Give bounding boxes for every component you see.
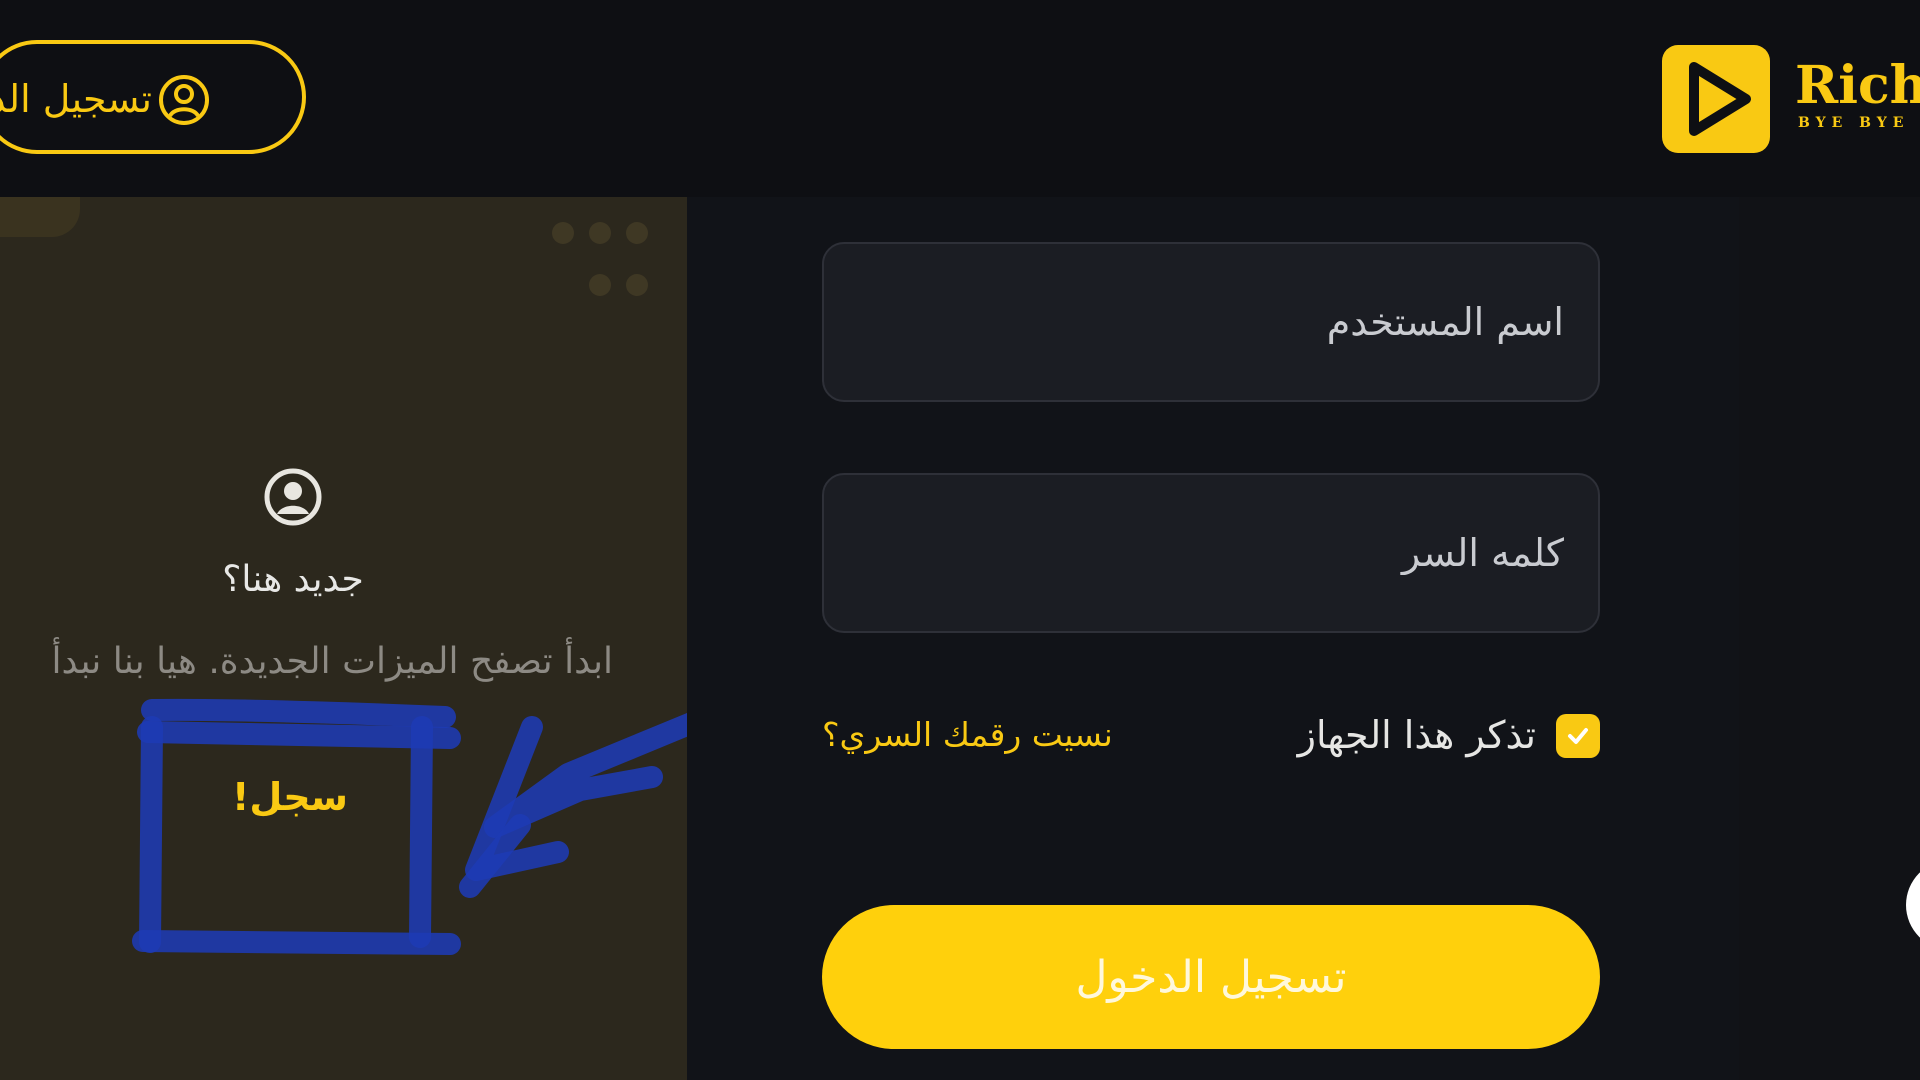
top-header: تسجيل الدخول Rich BYE BYE <box>0 0 1920 197</box>
check-icon <box>1568 728 1588 744</box>
username-field[interactable] <box>822 242 1600 402</box>
user-circle-icon <box>264 468 322 526</box>
new-here-title: جديد هنا؟ <box>222 559 364 600</box>
signup-link[interactable]: سجل! <box>190 772 390 822</box>
logo-text: Rich <box>1795 55 1920 116</box>
remember-checkbox[interactable] <box>1556 714 1600 758</box>
decorative-corner <box>0 197 80 237</box>
header-login-label: تسجيل الدخول <box>0 77 152 121</box>
remember-label: تذكر هذا الجهاز <box>1297 713 1536 757</box>
play-logo-icon[interactable] <box>1662 45 1770 153</box>
logo-subtext: BYE BYE <box>1798 115 1910 131</box>
signup-panel: جديد هنا؟ ابدأ تصفح الميزات الجديدة. هيا… <box>0 197 687 1080</box>
explore-subtitle: ابدأ تصفح الميزات الجديدة. هيا بنا نبدأ <box>51 641 613 682</box>
header-login-button[interactable]: تسجيل الدخول <box>0 40 306 154</box>
decorative-dots <box>552 222 652 302</box>
login-submit-button[interactable]: تسجيل الدخول <box>822 905 1600 1049</box>
forgot-password-link[interactable]: نسيت رقمك السري؟ <box>822 710 1113 760</box>
user-circle-icon <box>159 75 209 125</box>
login-form-panel: تذكر هذا الجهاز نسيت رقمك السري؟ تسجيل ا… <box>687 197 1739 1080</box>
right-margin <box>1739 197 1920 1080</box>
remember-row: تذكر هذا الجهاز نسيت رقمك السري؟ <box>822 706 1600 766</box>
password-field[interactable] <box>822 473 1600 633</box>
